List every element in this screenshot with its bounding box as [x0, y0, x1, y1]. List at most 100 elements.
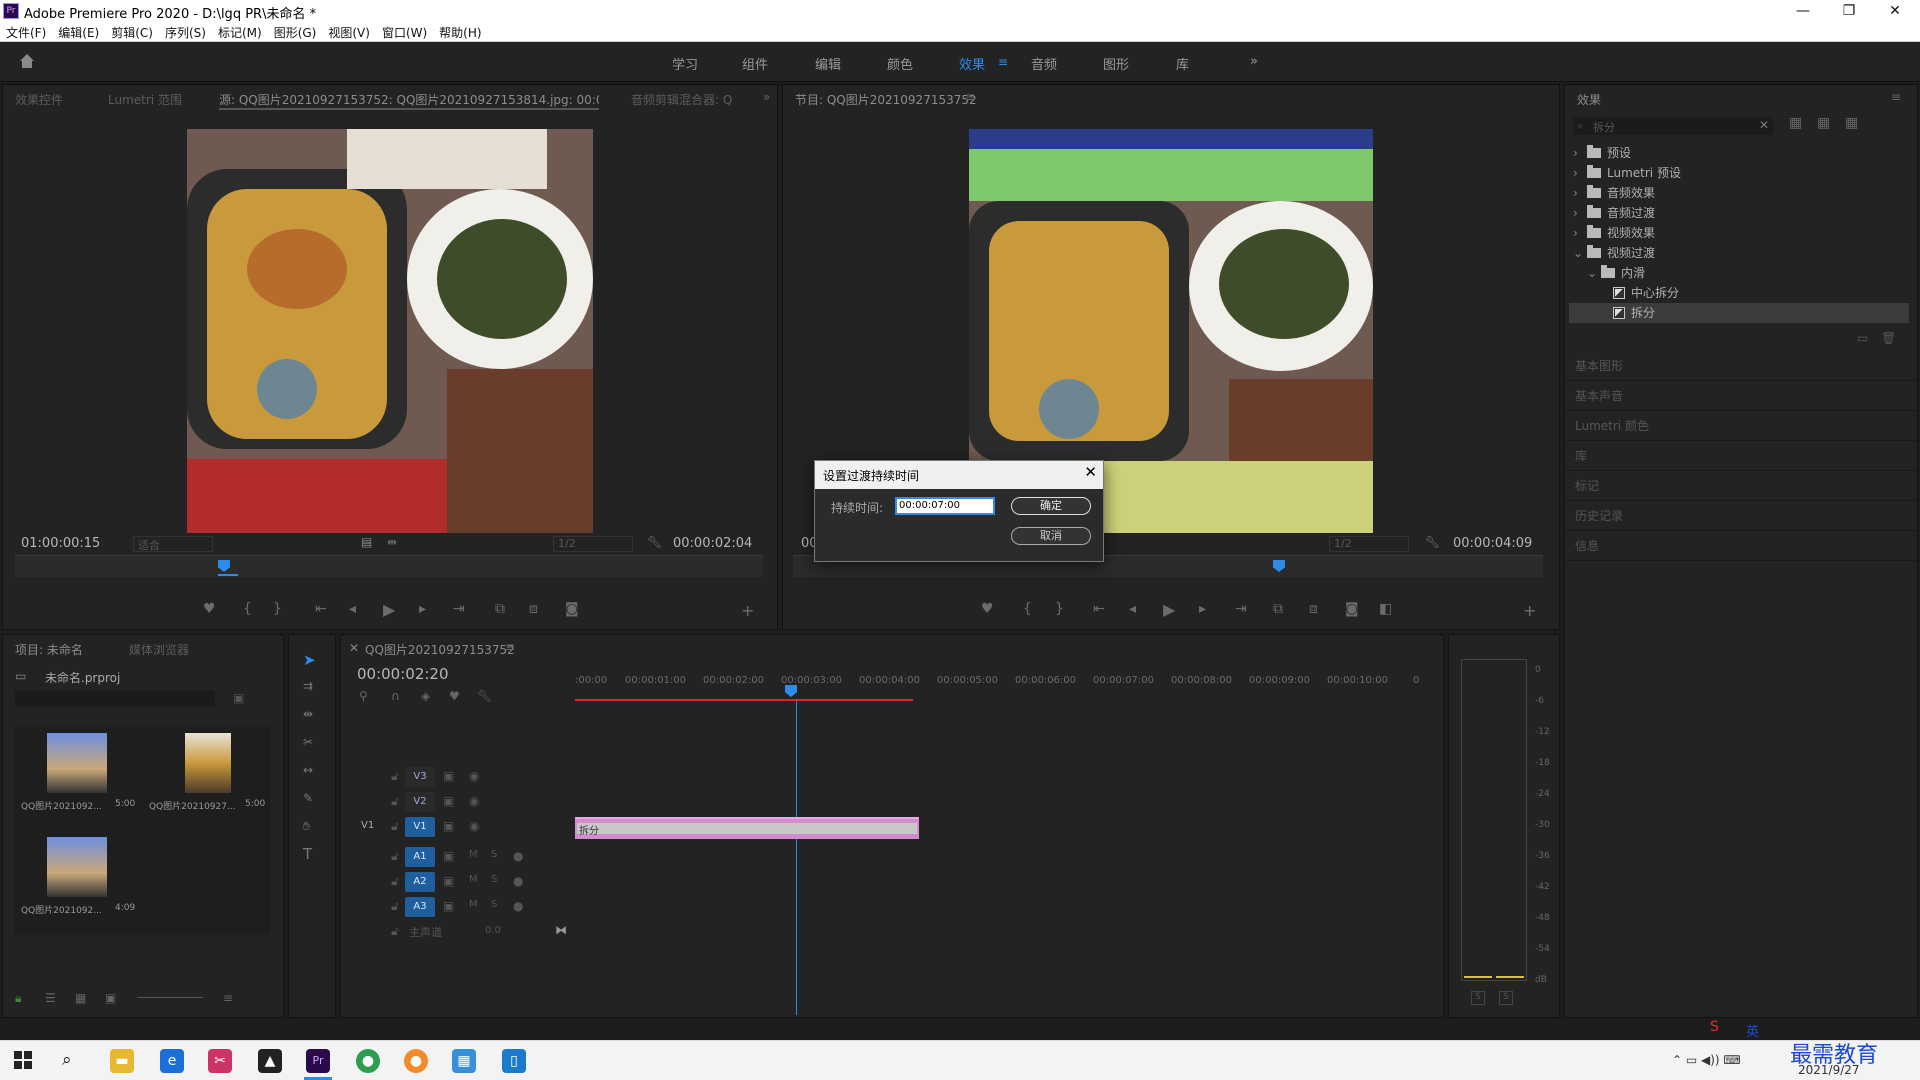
- type-tool-icon[interactable]: T: [303, 845, 312, 863]
- app-icon-blue[interactable]: ▦: [452, 1049, 476, 1073]
- program-mark-out-icon[interactable]: }: [1055, 601, 1064, 617]
- workspace-tab-graphics[interactable]: 图形: [1103, 54, 1129, 73]
- eye-icon[interactable]: ◉: [469, 794, 479, 808]
- workspace-tab-assembly[interactable]: 组件: [742, 54, 768, 73]
- premiere-taskbar-icon[interactable]: Pr: [306, 1049, 330, 1073]
- tab-program[interactable]: 节目: QQ图片20210927153752: [795, 91, 977, 108]
- workspace-tab-libraries[interactable]: 库: [1176, 54, 1189, 73]
- clock-date[interactable]: 2021/9/27: [1798, 1063, 1860, 1077]
- track-label-v3[interactable]: V3: [405, 767, 435, 787]
- app-icon-tablet[interactable]: ▯: [502, 1049, 526, 1073]
- eye-icon[interactable]: ◉: [469, 819, 479, 833]
- solo-icon[interactable]: S: [491, 899, 497, 910]
- section-libraries[interactable]: 库: [1565, 441, 1917, 471]
- program-export-frame-icon[interactable]: ◙: [1345, 601, 1359, 617]
- go-to-in-icon[interactable]: ⇤: [315, 601, 327, 617]
- program-play-icon[interactable]: ▶: [1163, 600, 1175, 619]
- chevron-right-icon[interactable]: ›: [1573, 163, 1585, 183]
- section-info[interactable]: 信息: [1565, 531, 1917, 561]
- workspace-tab-color[interactable]: 颜色: [887, 54, 913, 73]
- tab-lumetri-scopes[interactable]: Lumetri 范围: [108, 91, 182, 108]
- lock-icon[interactable]: 🔓︎: [391, 794, 399, 809]
- program-go-to-out-icon[interactable]: ⇥: [1235, 601, 1247, 617]
- solo-icon[interactable]: S: [491, 849, 497, 860]
- lock-icon[interactable]: 🔓︎: [391, 769, 399, 784]
- mute-icon[interactable]: M: [469, 899, 478, 910]
- close-icon[interactable]: ✕: [1084, 463, 1097, 481]
- project-thumb-2[interactable]: [185, 733, 231, 793]
- chrome-icon[interactable]: ●: [356, 1049, 380, 1073]
- source-patch-v1[interactable]: V1: [361, 820, 374, 831]
- windows-start-icon[interactable]: [14, 1051, 32, 1069]
- tree-item-video-effects[interactable]: › 视频效果: [1569, 223, 1909, 243]
- section-essential-graphics[interactable]: 基本图形: [1565, 351, 1917, 381]
- file-explorer-icon[interactable]: ▬: [110, 1049, 134, 1073]
- solo-left-button[interactable]: S: [1471, 991, 1485, 1005]
- hand-icon[interactable]: ✋︎: [303, 819, 310, 834]
- slip-icon[interactable]: ↔: [303, 763, 313, 777]
- lock-icon[interactable]: 🔓︎: [391, 849, 399, 864]
- track-label-v1[interactable]: V1: [405, 817, 435, 837]
- lock-icon[interactable]: 🔓︎: [391, 874, 399, 889]
- tab-media-browser[interactable]: 媒体浏览器: [129, 641, 189, 658]
- new-bin-icon[interactable]: ▭: [1857, 331, 1868, 345]
- eye-icon[interactable]: ◉: [469, 769, 479, 783]
- add-button-icon[interactable]: +: [741, 601, 754, 620]
- ime-mode[interactable]: 英: [1746, 1021, 1759, 1040]
- zoom-slider[interactable]: [137, 997, 203, 998]
- program-step-forward-icon[interactable]: ▸: [1199, 601, 1206, 617]
- sequence-timecode[interactable]: 00:00:02:20: [357, 665, 449, 683]
- add-marker-icon[interactable]: ♥: [203, 601, 216, 617]
- lock-icon[interactable]: 🔓︎: [391, 924, 399, 939]
- chevron-right-icon[interactable]: ›: [1573, 223, 1585, 243]
- lift-icon[interactable]: ⧉: [1273, 601, 1283, 617]
- ripple-edit-icon[interactable]: ⇹: [303, 707, 313, 721]
- more-workspaces-button[interactable]: »: [1250, 54, 1258, 69]
- mute-icon[interactable]: M: [469, 874, 478, 885]
- maximize-button[interactable]: ❐: [1826, 0, 1872, 22]
- time-ruler[interactable]: :00:00 00:00:01:00 00:00:02:00 00:00:03:…: [575, 675, 1423, 709]
- step-forward-icon[interactable]: ▸: [419, 601, 426, 617]
- section-history[interactable]: 历史记录: [1565, 501, 1917, 531]
- effects-search-field[interactable]: ⌕ 拆分 ✕: [1573, 117, 1773, 135]
- sequence-menu-icon[interactable]: ≡: [505, 640, 515, 654]
- tree-item-audio-transitions[interactable]: › 音频过渡: [1569, 203, 1909, 223]
- program-go-to-in-icon[interactable]: ⇤: [1093, 601, 1105, 617]
- section-essential-sound[interactable]: 基本声音: [1565, 381, 1917, 411]
- source-playhead-timecode[interactable]: 01:00:00:15: [21, 536, 100, 551]
- program-playhead[interactable]: [1273, 560, 1285, 572]
- icon-view-icon[interactable]: ▦: [75, 991, 86, 1005]
- tree-item-video-transitions[interactable]: ⌄ 视频过渡: [1569, 243, 1909, 263]
- menu-lines-icon[interactable]: ≡: [998, 55, 1008, 69]
- microphone-icon[interactable]: ●: [513, 899, 523, 913]
- project-search-input[interactable]: [15, 691, 215, 707]
- overwrite-clip-icon[interactable]: ⧈: [529, 601, 538, 617]
- wrench-icon[interactable]: 🔧︎: [647, 535, 662, 549]
- source-time-ruler[interactable]: [15, 555, 763, 577]
- solo-right-button[interactable]: S: [1499, 991, 1513, 1005]
- new-bin-icon[interactable]: ▣: [233, 691, 244, 705]
- cancel-button[interactable]: 取消: [1011, 527, 1091, 545]
- workspace-tab-editing[interactable]: 编辑: [815, 54, 841, 73]
- tab-project[interactable]: 项目: 未命名: [15, 641, 83, 658]
- app-icon-orange[interactable]: ●: [404, 1049, 428, 1073]
- menu-markers[interactable]: 标记(M): [212, 22, 268, 43]
- section-lumetri-color[interactable]: Lumetri 颜色: [1565, 411, 1917, 441]
- lock-icon[interactable]: 🔓︎: [391, 819, 399, 834]
- program-resolution-select[interactable]: 1/2: [1329, 536, 1409, 552]
- chevron-right-icon[interactable]: ›: [1573, 183, 1585, 203]
- export-frame-icon[interactable]: ◙: [565, 601, 579, 617]
- menu-clip[interactable]: 剪辑(C): [105, 22, 159, 43]
- pen-icon[interactable]: ✎: [303, 791, 313, 805]
- sync-icon[interactable]: ▣: [443, 769, 454, 783]
- snap-icon[interactable]: ⚲: [359, 689, 368, 703]
- section-markers[interactable]: 标记: [1565, 471, 1917, 501]
- yuv-effects-icon[interactable]: ▦: [1845, 115, 1858, 131]
- menu-view[interactable]: 视图(V): [322, 22, 376, 43]
- minimize-button[interactable]: —: [1780, 0, 1826, 22]
- freeform-view-icon[interactable]: ▣: [105, 991, 116, 1005]
- close-window-button[interactable]: ✕: [1872, 0, 1918, 22]
- mark-in-icon[interactable]: {: [243, 601, 252, 617]
- more-tabs-icon[interactable]: »: [763, 90, 770, 104]
- track-label-a3[interactable]: A3: [405, 897, 435, 917]
